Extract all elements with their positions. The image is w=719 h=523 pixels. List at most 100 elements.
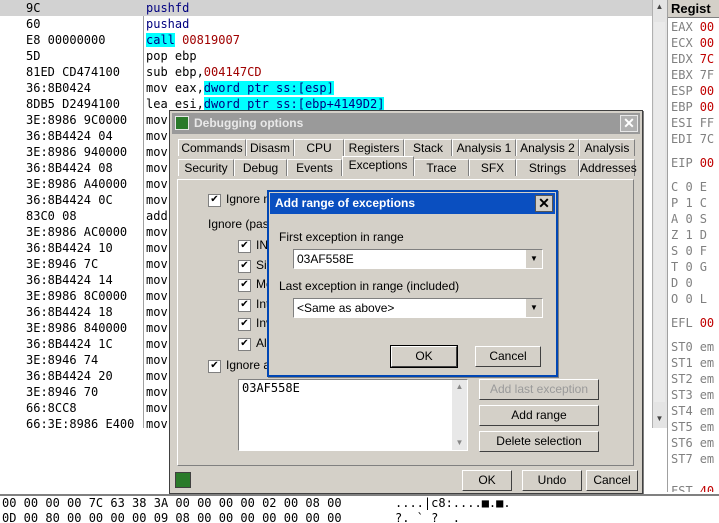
register-row[interactable]: ESI FF — [671, 115, 714, 131]
register-row[interactable]: ST3 em — [671, 387, 714, 403]
disasm-row[interactable]: 9C pushfd — [0, 0, 652, 16]
exception-list[interactable]: 03AF558E ▲ ▼ — [238, 379, 468, 451]
tab-debug[interactable]: Debug — [234, 159, 287, 176]
register-name: ECX — [671, 36, 693, 50]
register-row[interactable]: ECX 00 — [671, 35, 714, 51]
chevron-down-icon[interactable]: ▼ — [525, 299, 542, 317]
register-row[interactable]: ST4 em — [671, 403, 714, 419]
ignore-memory-checkbox[interactable]: ✔ — [208, 194, 221, 207]
disasm-row[interactable]: 5D pop ebp — [0, 48, 652, 64]
tab-disasm[interactable]: Disasm — [246, 139, 294, 156]
tab-cpu[interactable]: CPU — [294, 139, 344, 156]
dump-pane[interactable]: 00 00 00 00 7C 63 38 3A 00 00 00 00 02 0… — [0, 494, 719, 523]
register-row[interactable]: S 0 F — [671, 243, 707, 259]
close-icon[interactable]: ✕ — [620, 115, 638, 132]
tab-registers[interactable]: Registers — [344, 139, 404, 156]
exception-checkbox[interactable]: ✔ — [238, 240, 251, 253]
register-row[interactable]: EBX 7F — [671, 67, 714, 83]
instruction-mnemonic: mov — [146, 145, 168, 159]
scroll-up-icon[interactable]: ▲ — [654, 0, 665, 14]
ignore-also-checkbox[interactable]: ✔ — [208, 360, 221, 373]
register-name: ST5 — [671, 420, 693, 434]
tab-events[interactable]: Events — [287, 159, 342, 176]
disasm-row[interactable]: E8 00000000 call 00819007 — [0, 32, 652, 48]
tab-analysis-2[interactable]: Analysis 2 — [516, 139, 579, 156]
first-exception-value[interactable]: 03AF558E — [297, 252, 354, 266]
opcode-hex: 36:8B4424 04 — [26, 129, 113, 143]
scroll-up-icon[interactable]: ▲ — [452, 380, 467, 394]
opcode-hex: 3E:8946 70 — [26, 385, 99, 399]
exception-checkbox[interactable]: ✔ — [238, 318, 251, 331]
undo-button[interactable]: Undo — [522, 470, 582, 491]
register-row[interactable]: ST1 em — [671, 355, 714, 371]
register-row[interactable]: ST7 em — [671, 451, 714, 467]
instruction-mnemonic: mov — [146, 337, 168, 351]
scroll-down-icon[interactable]: ▼ — [452, 436, 467, 450]
cancel-button[interactable]: Cancel — [586, 470, 638, 491]
last-exception-value[interactable]: <Same as above> — [297, 301, 394, 315]
tab-stack[interactable]: Stack — [404, 139, 452, 156]
register-name: ST3 — [671, 388, 693, 402]
tab-security[interactable]: Security — [178, 159, 234, 176]
tab-commands[interactable]: Commands — [178, 139, 246, 156]
dialog-titlebar[interactable]: Add range of exceptions ✕ — [270, 193, 555, 214]
scroll-down-icon[interactable]: ▼ — [654, 412, 665, 426]
exception-checkbox[interactable]: ✔ — [238, 279, 251, 292]
list-item[interactable]: 03AF558E — [242, 381, 300, 395]
tab-analysis-1[interactable]: Analysis 1 — [452, 139, 516, 156]
add-last-exception-button[interactable]: Add last exception — [479, 379, 599, 400]
register-name: O 0 — [671, 292, 693, 306]
last-exception-combo[interactable]: <Same as above> ▼ — [293, 298, 543, 318]
register-row[interactable]: EFL 00 — [671, 315, 714, 331]
register-row[interactable]: ESP 00 — [671, 83, 714, 99]
register-row[interactable]: EIP 00 — [671, 155, 714, 171]
register-row[interactable]: ST2 em — [671, 371, 714, 387]
disassembly-scrollbar[interactable]: ▲ ▼ — [652, 0, 667, 428]
close-icon[interactable]: ✕ — [535, 195, 553, 212]
register-row[interactable]: ST5 em — [671, 419, 714, 435]
instruction: pushfd — [146, 0, 189, 16]
ok-button[interactable]: OK — [390, 345, 458, 368]
register-row[interactable]: ST6 em — [671, 435, 714, 451]
register-row[interactable]: C 0 E — [671, 179, 707, 195]
register-row[interactable]: EAX 00 — [671, 19, 714, 35]
tab-sfx[interactable]: SFX — [469, 159, 516, 176]
register-row[interactable]: EBP 00 — [671, 99, 714, 115]
scroll-thumb[interactable] — [654, 22, 665, 402]
register-row[interactable]: D 0 — [671, 275, 700, 291]
tab-strings[interactable]: Strings — [516, 159, 579, 176]
ok-button[interactable]: OK — [462, 470, 512, 491]
exception-checkbox[interactable]: ✔ — [238, 298, 251, 312]
disasm-row[interactable]: 36:8B0424 mov eax,dword ptr ss:[esp] — [0, 80, 652, 96]
delete-selection-button[interactable]: Delete selection — [479, 431, 599, 452]
tab-exceptions[interactable]: Exceptions — [342, 156, 414, 176]
dialog-titlebar[interactable]: Debugging options ✕ — [172, 113, 640, 134]
disasm-row[interactable]: 60 pushad — [0, 16, 652, 32]
register-row[interactable]: P 1 C — [671, 195, 707, 211]
register-row[interactable]: ST0 em — [671, 339, 714, 355]
list-scrollbar[interactable]: ▲ ▼ — [452, 380, 467, 450]
register-name: Z 1 — [671, 228, 693, 242]
disasm-row[interactable]: 81ED CD474100 sub ebp,004147CD — [0, 64, 652, 80]
cancel-button[interactable]: Cancel — [475, 346, 541, 367]
register-row[interactable]: O 0 L — [671, 291, 707, 307]
instruction-mnemonic: mov — [146, 401, 168, 415]
tab-analysis-3[interactable]: Analysis 3 — [579, 139, 635, 172]
tab-trace[interactable]: Trace — [414, 159, 469, 176]
instruction: mov — [146, 400, 168, 416]
add-range-button[interactable]: Add range — [479, 405, 599, 426]
tab-addresses[interactable]: Addresses — [579, 159, 637, 176]
registers-pane[interactable]: Regist EAX 00 ECX 00 EDX 7C EBX 7F ESP 00 EBP 00 ESI… — [667, 0, 719, 492]
chevron-down-icon[interactable]: ▼ — [525, 250, 542, 268]
register-row[interactable]: T 0 G — [671, 259, 707, 275]
register-row[interactable]: A 0 S — [671, 211, 707, 227]
register-row[interactable]: EDX 7C — [671, 51, 714, 67]
register-row[interactable]: EDI 7C — [671, 131, 714, 147]
first-exception-combo[interactable]: 03AF558E ▼ — [293, 249, 543, 269]
exception-checkbox[interactable]: ✔ — [238, 337, 251, 351]
exception-checkbox[interactable]: ✔ — [238, 259, 251, 273]
register-row[interactable]: FST 40 — [671, 483, 714, 492]
register-row[interactable]: Z 1 D — [671, 227, 707, 243]
register-value: em — [699, 420, 715, 434]
register-name: ESI — [671, 116, 693, 130]
